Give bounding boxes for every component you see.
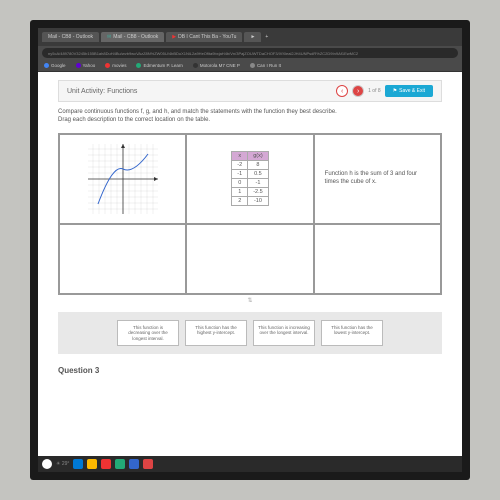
- url-bar: ny5cA/489780V3245b155B1ah8DuH4Bu/wvb9wcV…: [38, 46, 462, 60]
- graph-cell: [59, 134, 186, 224]
- instructions: Compare continuous functions f, g, and h…: [58, 108, 442, 125]
- motorola-icon: [193, 63, 198, 68]
- movies-icon: [105, 63, 110, 68]
- bookmark-yahoo[interactable]: Yahoo: [76, 63, 96, 68]
- bookmark-google[interactable]: Google: [44, 63, 66, 68]
- folder-icon[interactable]: [87, 459, 97, 469]
- bookmark-movies[interactable]: movies: [105, 63, 126, 68]
- youtube-icon: ▶: [172, 34, 176, 40]
- bookmarks-bar: Google Yahoo movies Edmentum P. Learn Mo…: [38, 60, 462, 72]
- outlook-icon: ✉: [107, 34, 111, 40]
- browser-tabs: Mail - CB8 - Outlook ✉Mail - CB8 - Outlo…: [38, 28, 462, 46]
- drop-zone-3[interactable]: [314, 224, 441, 294]
- bookmark-canirun[interactable]: Can I Run It: [250, 63, 281, 68]
- yahoo-icon: [76, 63, 81, 68]
- app-icon-1[interactable]: [101, 459, 111, 469]
- function-h-text: Function h is the sum of 3 and four time…: [321, 171, 434, 187]
- flag-icon: ⚑: [393, 88, 397, 94]
- drag-item-2[interactable]: This function has the highest y-intercep…: [185, 320, 247, 346]
- bookmark-motorola[interactable]: Motorola M7 CNE P: [193, 63, 240, 68]
- g-data-table: xg(x) -28 -10.5 0-1 1-2.5 2-10: [231, 151, 268, 206]
- tab-3[interactable]: ▶DB I Cant This Ba - YouTu: [166, 32, 242, 42]
- tab-4[interactable]: ►: [244, 32, 261, 42]
- chevron-left-icon: ‹: [341, 88, 343, 95]
- prev-button[interactable]: ‹: [336, 85, 348, 97]
- app-icon-2[interactable]: [115, 459, 125, 469]
- bookmark-edmentum[interactable]: Edmentum P. Learn: [136, 63, 182, 68]
- new-tab-button[interactable]: +: [263, 32, 270, 42]
- drag-handle-icon[interactable]: ⇅: [58, 295, 442, 306]
- url-input[interactable]: ny5cA/489780V3245b155B1ah8DuH4Bu/wvb9wcV…: [42, 48, 458, 58]
- taskbar: ☀ 29°: [38, 456, 462, 472]
- activity-title: Unit Activity: Functions: [67, 88, 137, 95]
- weather[interactable]: ☀ 29°: [56, 461, 69, 467]
- question-3-heading: Question 3: [58, 366, 442, 375]
- search-icon[interactable]: [42, 459, 52, 469]
- drop-zone-2[interactable]: [186, 224, 313, 294]
- activity-header: Unit Activity: Functions ‹ › 1 of 8 ⚑Sav…: [58, 80, 442, 102]
- page-indicator: 1 of 8: [368, 88, 381, 94]
- game-icon: [250, 63, 255, 68]
- tab-2[interactable]: ✉Mail - CB8 - Outlook: [101, 32, 164, 42]
- edge-icon[interactable]: [73, 459, 83, 469]
- edmentum-icon: [136, 63, 141, 68]
- drag-item-3[interactable]: This function is increasing over the lon…: [253, 320, 315, 346]
- app-icon-4[interactable]: [143, 459, 153, 469]
- drag-source-row: This function is decreasing over the lon…: [58, 312, 442, 354]
- drag-item-1[interactable]: This function is decreasing over the lon…: [117, 320, 179, 346]
- function-h-cell: Function h is the sum of 3 and four time…: [314, 134, 441, 224]
- drag-item-4[interactable]: This function has the lowest y-intercept…: [321, 320, 383, 346]
- app-icon-3[interactable]: [129, 459, 139, 469]
- drop-zone-1[interactable]: [59, 224, 186, 294]
- tab-1[interactable]: Mail - CB8 - Outlook: [42, 32, 99, 42]
- next-button[interactable]: ›: [352, 85, 364, 97]
- chevron-right-icon: ›: [357, 88, 359, 95]
- data-table-cell: xg(x) -28 -10.5 0-1 1-2.5 2-10: [186, 134, 313, 224]
- function-table: xg(x) -28 -10.5 0-1 1-2.5 2-10 Function …: [58, 133, 442, 295]
- function-f-graph: [88, 144, 158, 214]
- google-icon: [44, 63, 49, 68]
- save-exit-button[interactable]: ⚑Save & Exit: [385, 85, 433, 97]
